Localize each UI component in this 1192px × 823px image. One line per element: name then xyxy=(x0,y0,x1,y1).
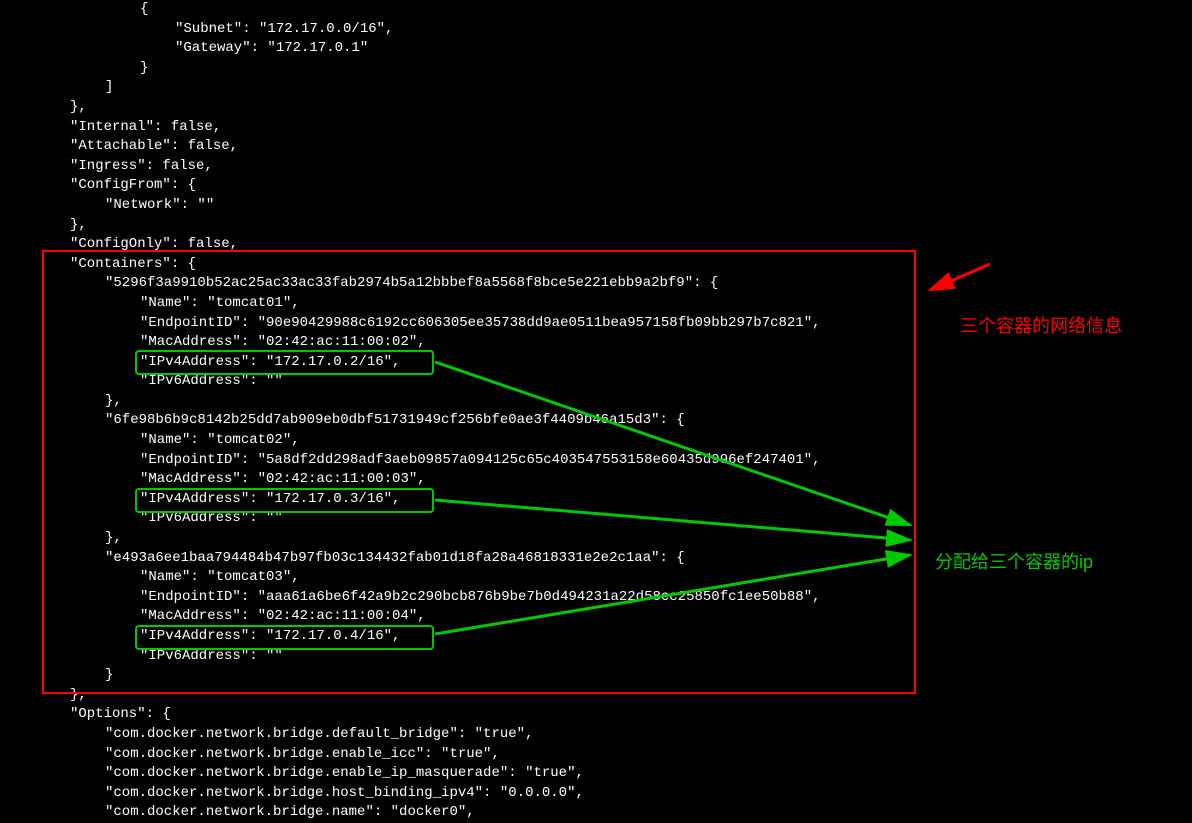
code-line: }, xyxy=(70,98,821,118)
code-line: { xyxy=(70,0,821,20)
code-line: "Subnet": "172.17.0.0/16", xyxy=(70,20,821,40)
code-line: "IPv4Address": "172.17.0.2/16", xyxy=(70,353,821,373)
code-line: "Attachable": false, xyxy=(70,137,821,157)
code-line: "IPv4Address": "172.17.0.4/16", xyxy=(70,627,821,647)
code-line: "com.docker.network.bridge.name": "docke… xyxy=(70,803,821,823)
code-line: "com.docker.network.bridge.enable_icc": … xyxy=(70,745,821,765)
code-line: "IPv4Address": "172.17.0.3/16", xyxy=(70,490,821,510)
annotation-assigned-ip: 分配给三个容器的ip xyxy=(935,550,1093,575)
code-line: "ConfigOnly": false, xyxy=(70,235,821,255)
code-line: "com.docker.network.bridge.default_bridg… xyxy=(70,725,821,745)
code-line: "Name": "tomcat01", xyxy=(70,294,821,314)
code-line: "EndpointID": "aaa61a6be6f42a9b2c290bcb8… xyxy=(70,588,821,608)
code-line: "IPv6Address": "" xyxy=(70,509,821,529)
code-line: }, xyxy=(70,392,821,412)
code-line: }, xyxy=(70,686,821,706)
code-line: } xyxy=(70,666,821,686)
code-line: "Internal": false, xyxy=(70,118,821,138)
code-line: "6fe98b6b9c8142b25dd7ab909eb0dbf51731949… xyxy=(70,411,821,431)
code-line: "IPv6Address": "" xyxy=(70,372,821,392)
code-line: "Gateway": "172.17.0.1" xyxy=(70,39,821,59)
code-line: }, xyxy=(70,529,821,549)
terminal-output: {"Subnet": "172.17.0.0/16","Gateway": "1… xyxy=(0,0,821,823)
code-line: "Network": "" xyxy=(70,196,821,216)
code-line: "IPv6Address": "" xyxy=(70,647,821,667)
code-line: "MacAddress": "02:42:ac:11:00:04", xyxy=(70,607,821,627)
code-line: "Options": { xyxy=(70,705,821,725)
code-line: "Name": "tomcat02", xyxy=(70,431,821,451)
code-line: "Name": "tomcat03", xyxy=(70,568,821,588)
code-line: "EndpointID": "90e90429988c6192cc606305e… xyxy=(70,314,821,334)
code-line: "Containers": { xyxy=(70,255,821,275)
code-line: } xyxy=(70,59,821,79)
code-line: }, xyxy=(70,216,821,236)
code-line: "5296f3a9910b52ac25ac33ac33fab2974b5a12b… xyxy=(70,274,821,294)
code-line: "Ingress": false, xyxy=(70,157,821,177)
code-line: "com.docker.network.bridge.enable_ip_mas… xyxy=(70,764,821,784)
code-line: "EndpointID": "5a8df2dd298adf3aeb09857a0… xyxy=(70,451,821,471)
code-line: "MacAddress": "02:42:ac:11:00:02", xyxy=(70,333,821,353)
code-line: ] xyxy=(70,78,821,98)
annotation-network-info: 三个容器的网络信息 xyxy=(960,314,1122,339)
code-line: "ConfigFrom": { xyxy=(70,176,821,196)
code-line: "com.docker.network.bridge.host_binding_… xyxy=(70,784,821,804)
code-line: "MacAddress": "02:42:ac:11:00:03", xyxy=(70,470,821,490)
code-line: "e493a6ee1baa794484b47b97fb03c134432fab0… xyxy=(70,549,821,569)
